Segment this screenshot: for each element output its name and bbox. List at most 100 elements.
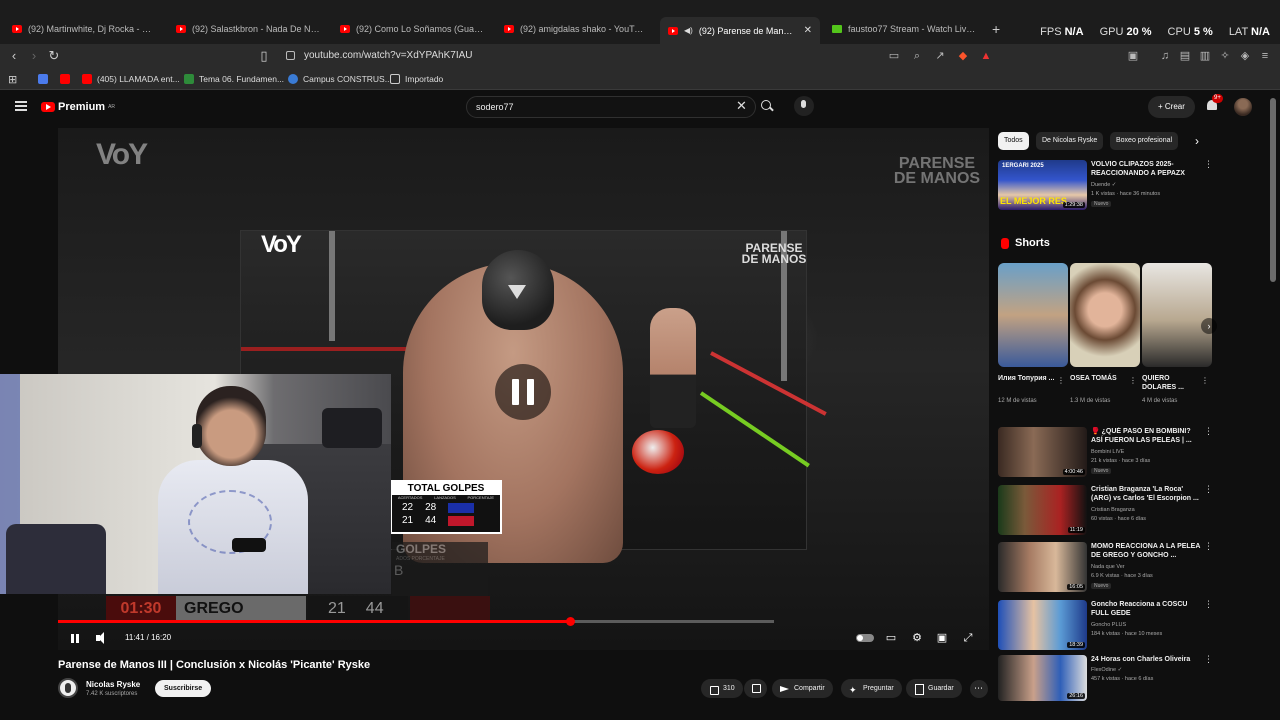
recommended-video[interactable]: 4:00:46 🥊 ¿QUÉ PASÓ EN BOMBINI? ASÍ FUER… xyxy=(998,427,1213,479)
volume-icon[interactable] xyxy=(95,631,109,645)
bookmark-item[interactable]: Campus CONSTRUS... xyxy=(288,72,392,86)
short-thumbnail[interactable] xyxy=(1070,263,1140,367)
fullscreen-icon[interactable]: ⤢ xyxy=(961,631,975,645)
video-options-icon[interactable]: ⋮ xyxy=(1204,485,1213,494)
reader-icon[interactable]: ▤ xyxy=(1177,48,1193,64)
apps-icon[interactable]: ⊞ xyxy=(8,72,17,86)
video-thumbnail: 11:19 xyxy=(998,485,1087,535)
forward-icon[interactable]: › xyxy=(26,48,42,64)
vpn-icon[interactable]: ◈ xyxy=(1237,48,1253,64)
cast-icon[interactable]: ▭ xyxy=(886,48,902,64)
lat-label: LAT xyxy=(1228,26,1248,38)
site-info-icon[interactable] xyxy=(286,51,295,60)
progress-bar[interactable] xyxy=(58,617,774,626)
subscribe-button[interactable]: Suscribirse xyxy=(155,680,212,697)
docs-icon xyxy=(38,74,48,84)
bookmark-icon[interactable]: ▯ xyxy=(256,48,272,64)
short-options-icon[interactable]: ⋮ xyxy=(1201,376,1209,385)
video-options-icon[interactable]: ⋮ xyxy=(1204,542,1213,551)
opponent-fighter xyxy=(650,308,696,428)
center-pause-icon[interactable] xyxy=(495,364,551,420)
recommended-video[interactable]: 1ERGARI 2025 EL MEJOR RES 1:29:38 VOLVIO… xyxy=(998,160,1213,212)
progress-scrubber[interactable] xyxy=(565,617,575,626)
video-options-icon[interactable]: ⋮ xyxy=(1204,600,1213,609)
dislike-button[interactable] xyxy=(744,679,767,698)
youtube-icon xyxy=(60,74,70,84)
short-options-icon[interactable]: ⋮ xyxy=(1129,376,1137,385)
short-title[interactable]: QUIERO DOLARES ... xyxy=(1142,374,1200,392)
pause-icon[interactable] xyxy=(68,631,82,645)
search-icon[interactable] xyxy=(760,99,774,113)
chips-next-icon[interactable]: › xyxy=(1195,134,1199,148)
search-input[interactable]: sodero77 xyxy=(466,96,756,118)
wallet-icon[interactable]: ▥ xyxy=(1197,48,1213,64)
browser-tab[interactable]: faustoo77 Stream - Watch Live on K xyxy=(824,18,984,40)
autoplay-toggle[interactable] xyxy=(856,634,874,642)
browser-tab[interactable]: (92) Como Lo Soñamos (Guaracha) - xyxy=(332,18,492,40)
short-thumbnail[interactable] xyxy=(998,263,1068,367)
shorts-next-icon[interactable]: › xyxy=(1201,318,1217,334)
page-scrollbar[interactable] xyxy=(1270,98,1276,282)
bookmark-youtube[interactable] xyxy=(60,72,70,86)
menu-icon[interactable]: ≡ xyxy=(1257,48,1273,64)
brave-shield-icon[interactable]: ◆ xyxy=(955,48,971,64)
back-icon[interactable]: ‹ xyxy=(6,48,22,64)
video-options-icon[interactable]: ⋮ xyxy=(1204,655,1213,664)
score-percent-bar xyxy=(410,596,490,622)
recommended-video[interactable]: 26:16 24 Horas con Charles Oliveira Flex… xyxy=(998,655,1213,703)
browser-tab[interactable]: (92) amigdalas shako - YouTube xyxy=(496,18,656,40)
reload-icon[interactable]: ↻ xyxy=(46,48,62,64)
video-meta: 21 k vistas · hace 3 días xyxy=(1091,458,1151,464)
stats-landed: 22 xyxy=(402,502,414,513)
save-button[interactable]: Guardar xyxy=(906,679,962,698)
like-button[interactable]: 310 xyxy=(701,679,743,698)
create-button[interactable]: + Crear xyxy=(1148,96,1195,118)
video-options-icon[interactable]: ⋮ xyxy=(1204,160,1213,169)
stats-col: ACERTADOS xyxy=(397,495,423,500)
clear-search-icon[interactable]: ✕ xyxy=(736,99,747,113)
chip-channel[interactable]: De Nicolas Ryske xyxy=(1036,132,1104,150)
short-thumbnail[interactable] xyxy=(1142,263,1212,367)
share-page-icon[interactable]: ↗ xyxy=(932,48,948,64)
subtitles-icon[interactable]: ▭ xyxy=(884,631,898,645)
zoom-icon[interactable]: ⌕ xyxy=(909,48,925,64)
share-button[interactable]: Compartir xyxy=(772,679,833,698)
new-badge: Nuevo xyxy=(1091,201,1112,207)
youtube-premium-logo[interactable]: Premium AR xyxy=(41,101,115,113)
hamburger-menu-icon[interactable] xyxy=(15,101,27,111)
browser-tab-active[interactable]: ◀) (92) Parense de Manos III | Co ✕ xyxy=(660,17,820,44)
bookmark-item[interactable]: Tema 06. Fundamen... xyxy=(184,72,284,86)
browser-tab[interactable]: (92) Martinwhite, Dj Rocka - COQUET xyxy=(4,18,164,40)
webcam-person-head xyxy=(196,386,266,466)
channel-name[interactable]: Nicolas Ryske xyxy=(86,680,140,689)
recommended-video[interactable]: 11:19 Cristian Braganza 'La Roca' (ARG) … xyxy=(998,485,1213,537)
recommended-video[interactable]: 18:39 Goncho Reacciona a COSCU FULL GEDE… xyxy=(998,600,1213,652)
video-channel: Bombini LIVE xyxy=(1091,449,1125,455)
account-avatar[interactable] xyxy=(1234,98,1252,116)
short-title[interactable]: OSEA TOMÁS xyxy=(1070,374,1128,383)
new-tab-button[interactable]: + xyxy=(992,21,1000,37)
youtube-icon xyxy=(82,74,92,84)
more-actions-icon[interactable]: ⋯ xyxy=(970,680,988,698)
microphone-icon[interactable] xyxy=(794,96,814,116)
webcam-pillow xyxy=(322,408,382,448)
rewards-icon[interactable]: ▲ xyxy=(978,48,994,64)
bookmark-item[interactable]: (405) LLAMADA ent... xyxy=(82,72,180,86)
short-title[interactable]: Илия Топурия ... xyxy=(998,374,1056,383)
extensions-icon[interactable]: ✧ xyxy=(1217,48,1233,64)
channel-avatar[interactable] xyxy=(58,678,78,698)
browser-tab[interactable]: (92) Salastkbron - Nada De Nadie (V xyxy=(168,18,328,40)
settings-gear-icon[interactable]: ⚙ xyxy=(910,631,924,645)
recommended-video[interactable]: 16:05 MOMO REACCIONA A LA PELEA DE GREGO… xyxy=(998,542,1213,594)
ask-button[interactable]: Preguntar xyxy=(841,679,902,700)
chip-todos[interactable]: Todos xyxy=(998,132,1029,150)
tab-close-icon[interactable]: ✕ xyxy=(804,25,812,36)
media-icon[interactable]: ♫ xyxy=(1157,48,1173,64)
sidebar-toggle-icon[interactable]: ▣ xyxy=(1125,48,1141,64)
bookmark-folder[interactable]: Importado xyxy=(390,72,443,86)
video-options-icon[interactable]: ⋮ xyxy=(1204,427,1213,436)
short-options-icon[interactable]: ⋮ xyxy=(1057,376,1065,385)
miniplayer-icon[interactable]: ▣ xyxy=(935,631,949,645)
bookmark-docs[interactable] xyxy=(38,72,48,86)
chip-boxeo[interactable]: Boxeo profesional xyxy=(1110,132,1179,150)
